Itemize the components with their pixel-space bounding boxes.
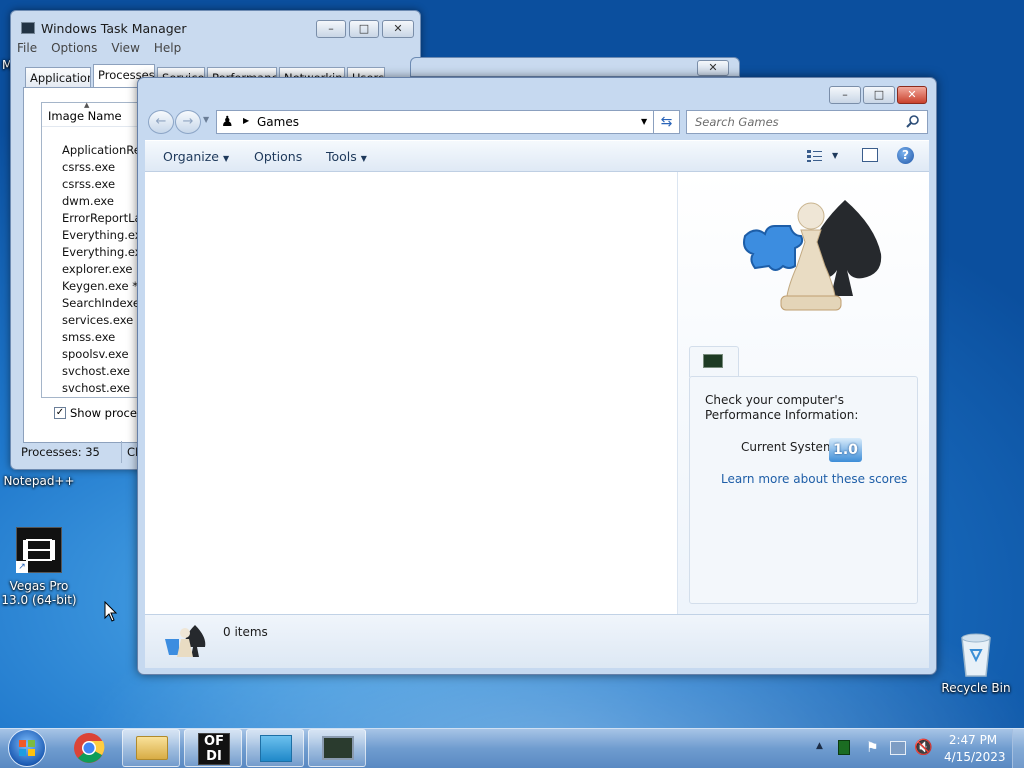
help-icon[interactable]: ?	[897, 147, 914, 164]
close-button[interactable]: ✕	[382, 20, 414, 38]
file-list-area[interactable]	[145, 172, 677, 614]
window-icon	[260, 735, 292, 762]
items-count: 0 items	[223, 625, 268, 639]
address-bar[interactable]: ♟ ▶ Games ▼	[216, 110, 680, 134]
organize-label: Organize	[163, 149, 219, 164]
view-chevron-down-icon[interactable]: ▼	[832, 151, 838, 160]
desktop-icon-label: Notepad++	[3, 474, 75, 488]
maximize-button[interactable]: □	[349, 20, 379, 38]
menu-file[interactable]: File	[17, 41, 37, 55]
learn-more-link[interactable]: Learn more about these scores	[721, 472, 907, 486]
process-row[interactable]: services.exe	[62, 313, 133, 327]
status-processes-count: Processes: 35	[21, 445, 100, 459]
network-icon[interactable]	[890, 741, 906, 755]
details-pane: 0 items	[145, 614, 929, 668]
process-row[interactable]: explorer.exe	[62, 262, 133, 276]
menu-options[interactable]: Options	[51, 41, 97, 55]
clock-date[interactable]: 4/15/2023	[944, 750, 1006, 764]
background-close-button[interactable]: ✕	[697, 60, 729, 76]
show-hidden-icons-icon[interactable]: ▲	[816, 741, 823, 751]
process-row[interactable]: csrss.exe	[62, 177, 115, 191]
view-options-icon[interactable]	[806, 149, 824, 163]
experience-score-badge: 1.0	[829, 438, 862, 462]
menu-help[interactable]: Help	[154, 41, 181, 55]
games-logo-icon	[743, 200, 882, 311]
games-small-icon	[163, 623, 207, 663]
breadcrumb-games[interactable]: Games	[257, 115, 299, 129]
process-row[interactable]: svchost.exe	[62, 381, 130, 395]
mouse-cursor-icon	[104, 601, 118, 622]
performance-monitor-icon	[703, 354, 723, 368]
performance-info-text: Check your computer's Performance Inform…	[705, 393, 859, 422]
process-row[interactable]: smss.exe	[62, 330, 115, 344]
column-header-image-name[interactable]: Image Name	[42, 103, 138, 127]
search-icon[interactable]	[906, 114, 920, 128]
folder-icon	[136, 736, 168, 760]
action-center-flag-icon[interactable]: ⚑	[866, 740, 879, 756]
performance-info-box: Check your computer's Performance Inform…	[689, 376, 918, 604]
options-button[interactable]: Options	[254, 149, 302, 164]
current-system-label: Current System	[741, 440, 835, 454]
show-desktop-button[interactable]	[1012, 729, 1024, 768]
minimize-button[interactable]: –	[829, 86, 861, 104]
refresh-button[interactable]: ⇆	[653, 110, 680, 134]
task-manager-icon	[322, 736, 354, 760]
menu-view[interactable]: View	[111, 41, 139, 55]
desktop-icon-label: Recycle Bin	[941, 681, 1011, 695]
process-row[interactable]: Everything.exe	[62, 245, 148, 259]
task-manager-menubar: File Options View Help	[17, 41, 415, 61]
process-row[interactable]: spoolsv.exe	[62, 347, 129, 361]
performance-tab[interactable]	[689, 346, 739, 377]
chrome-taskbar-button[interactable]	[60, 729, 118, 767]
task-manager-taskbar-button[interactable]	[308, 729, 366, 767]
process-row[interactable]: csrss.exe	[62, 160, 115, 174]
breadcrumb-chevron-icon[interactable]: ▶	[243, 116, 249, 125]
organize-button[interactable]: Organize ▼	[163, 149, 229, 164]
desktop-icon-notepadpp[interactable]: Notepad++	[0, 474, 78, 488]
task-manager-icon	[21, 22, 35, 34]
close-button[interactable]: ✕	[897, 86, 927, 104]
minimize-button[interactable]: –	[316, 20, 346, 38]
volume-muted-icon[interactable]: 🔇	[914, 738, 933, 756]
desktop-icon-vegas-pro[interactable]: ↗ Vegas Pro 13.0 (64-bit)	[0, 527, 78, 607]
film-icon: ↗	[16, 527, 62, 573]
start-button[interactable]	[8, 729, 46, 767]
recycle-bin-icon	[961, 633, 991, 677]
preview-pane-icon[interactable]	[862, 148, 878, 162]
task-manager-title: Windows Task Manager	[41, 21, 187, 36]
desktop-icon-recycle-bin[interactable]: Recycle Bin	[938, 630, 1014, 695]
blank-window-taskbar-button[interactable]	[246, 729, 304, 767]
status-divider	[121, 441, 122, 463]
ofdi-taskbar-button[interactable]: OF DI	[184, 729, 242, 767]
search-input[interactable]: Search Games	[686, 110, 928, 134]
process-row[interactable]: dwm.exe	[62, 194, 114, 208]
ofdi-icon: OF DI	[198, 733, 230, 765]
tab-applications[interactable]: Applications	[25, 67, 91, 87]
maximize-button[interactable]: □	[863, 86, 895, 104]
background-window[interactable]: ✕	[410, 57, 740, 77]
chevron-down-icon: ▼	[222, 154, 230, 163]
tools-button[interactable]: Tools ▼	[326, 149, 367, 164]
chrome-icon	[74, 733, 105, 763]
explorer-taskbar-button[interactable]	[122, 729, 180, 767]
process-row[interactable]: Everything.exe	[62, 228, 148, 242]
chevron-down-icon: ▼	[360, 154, 367, 163]
tray-monitor-icon[interactable]	[838, 740, 850, 755]
tools-label: Tools	[326, 149, 357, 164]
desktop-icon-label: Vegas Pro 13.0 (64-bit)	[1, 579, 77, 607]
games-icon: ♟	[221, 114, 234, 130]
forward-button[interactable]: →	[175, 110, 201, 134]
clock-time[interactable]: 2:47 PM	[944, 733, 1002, 747]
show-processes-checkbox[interactable]: ✓	[54, 407, 66, 419]
back-button[interactable]: ←	[148, 110, 174, 134]
process-row[interactable]: svchost.exe	[62, 364, 130, 378]
recent-pages-chevron-icon[interactable]: ▼	[203, 115, 209, 124]
address-dropdown-icon[interactable]: ▼	[641, 117, 647, 126]
